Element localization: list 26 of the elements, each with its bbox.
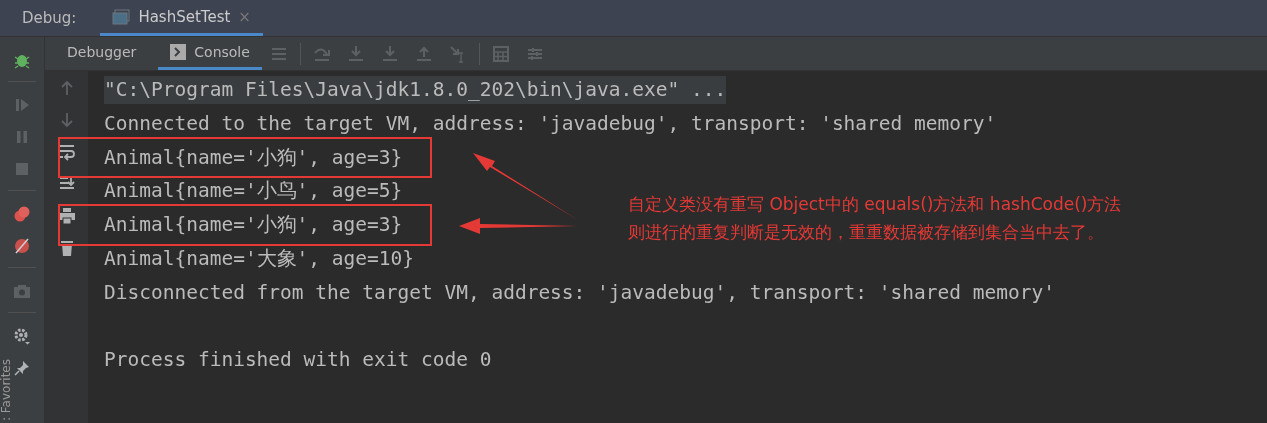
stop-icon[interactable] bbox=[13, 160, 31, 178]
resume-icon[interactable] bbox=[13, 96, 31, 114]
console-line: Animal{name='小狗', age=3} bbox=[104, 212, 403, 239]
tab[interactable]: Console bbox=[158, 37, 262, 70]
console-line: Disconnected from the target VM, address: 'javadebug', transport: 'shared memory' bbox=[104, 279, 1055, 306]
step-into-icon[interactable] bbox=[346, 44, 365, 63]
annotation-text: 自定义类没有重写 Object中的 equals()方法和 hashCode()方法 则进行的重复判断是无效的，重重数据被存储到集合当中去了。 bbox=[628, 193, 1122, 244]
console-line: Animal{name='小鸟', age=5} bbox=[104, 178, 403, 205]
soft-wrap-icon[interactable] bbox=[57, 143, 76, 161]
console-line: Process finished with exit code 0 bbox=[104, 347, 492, 374]
console-line: Animal{name='小狗', age=3} bbox=[104, 144, 403, 171]
settings-icon[interactable] bbox=[13, 327, 31, 345]
calculator-icon[interactable] bbox=[491, 44, 510, 63]
console-line: Connected to the target VM, address: 'javadebug', transport: 'shared memory' bbox=[104, 110, 997, 137]
console-line: Animal{name='大象', age=10} bbox=[104, 246, 415, 272]
breakpoints-icon[interactable] bbox=[13, 205, 31, 223]
mute-breakpoints-icon[interactable] bbox=[13, 237, 31, 255]
force-step-into-icon[interactable] bbox=[380, 44, 399, 63]
tab[interactable]: Debugger bbox=[55, 37, 149, 70]
console-icon bbox=[170, 44, 187, 60]
camera-icon[interactable] bbox=[13, 282, 31, 300]
step-out-icon[interactable] bbox=[414, 44, 433, 63]
tool-window-title: Debug: bbox=[22, 9, 77, 27]
print-icon[interactable] bbox=[57, 207, 76, 225]
window-icon bbox=[112, 8, 131, 25]
pin-icon[interactable] bbox=[13, 359, 31, 377]
